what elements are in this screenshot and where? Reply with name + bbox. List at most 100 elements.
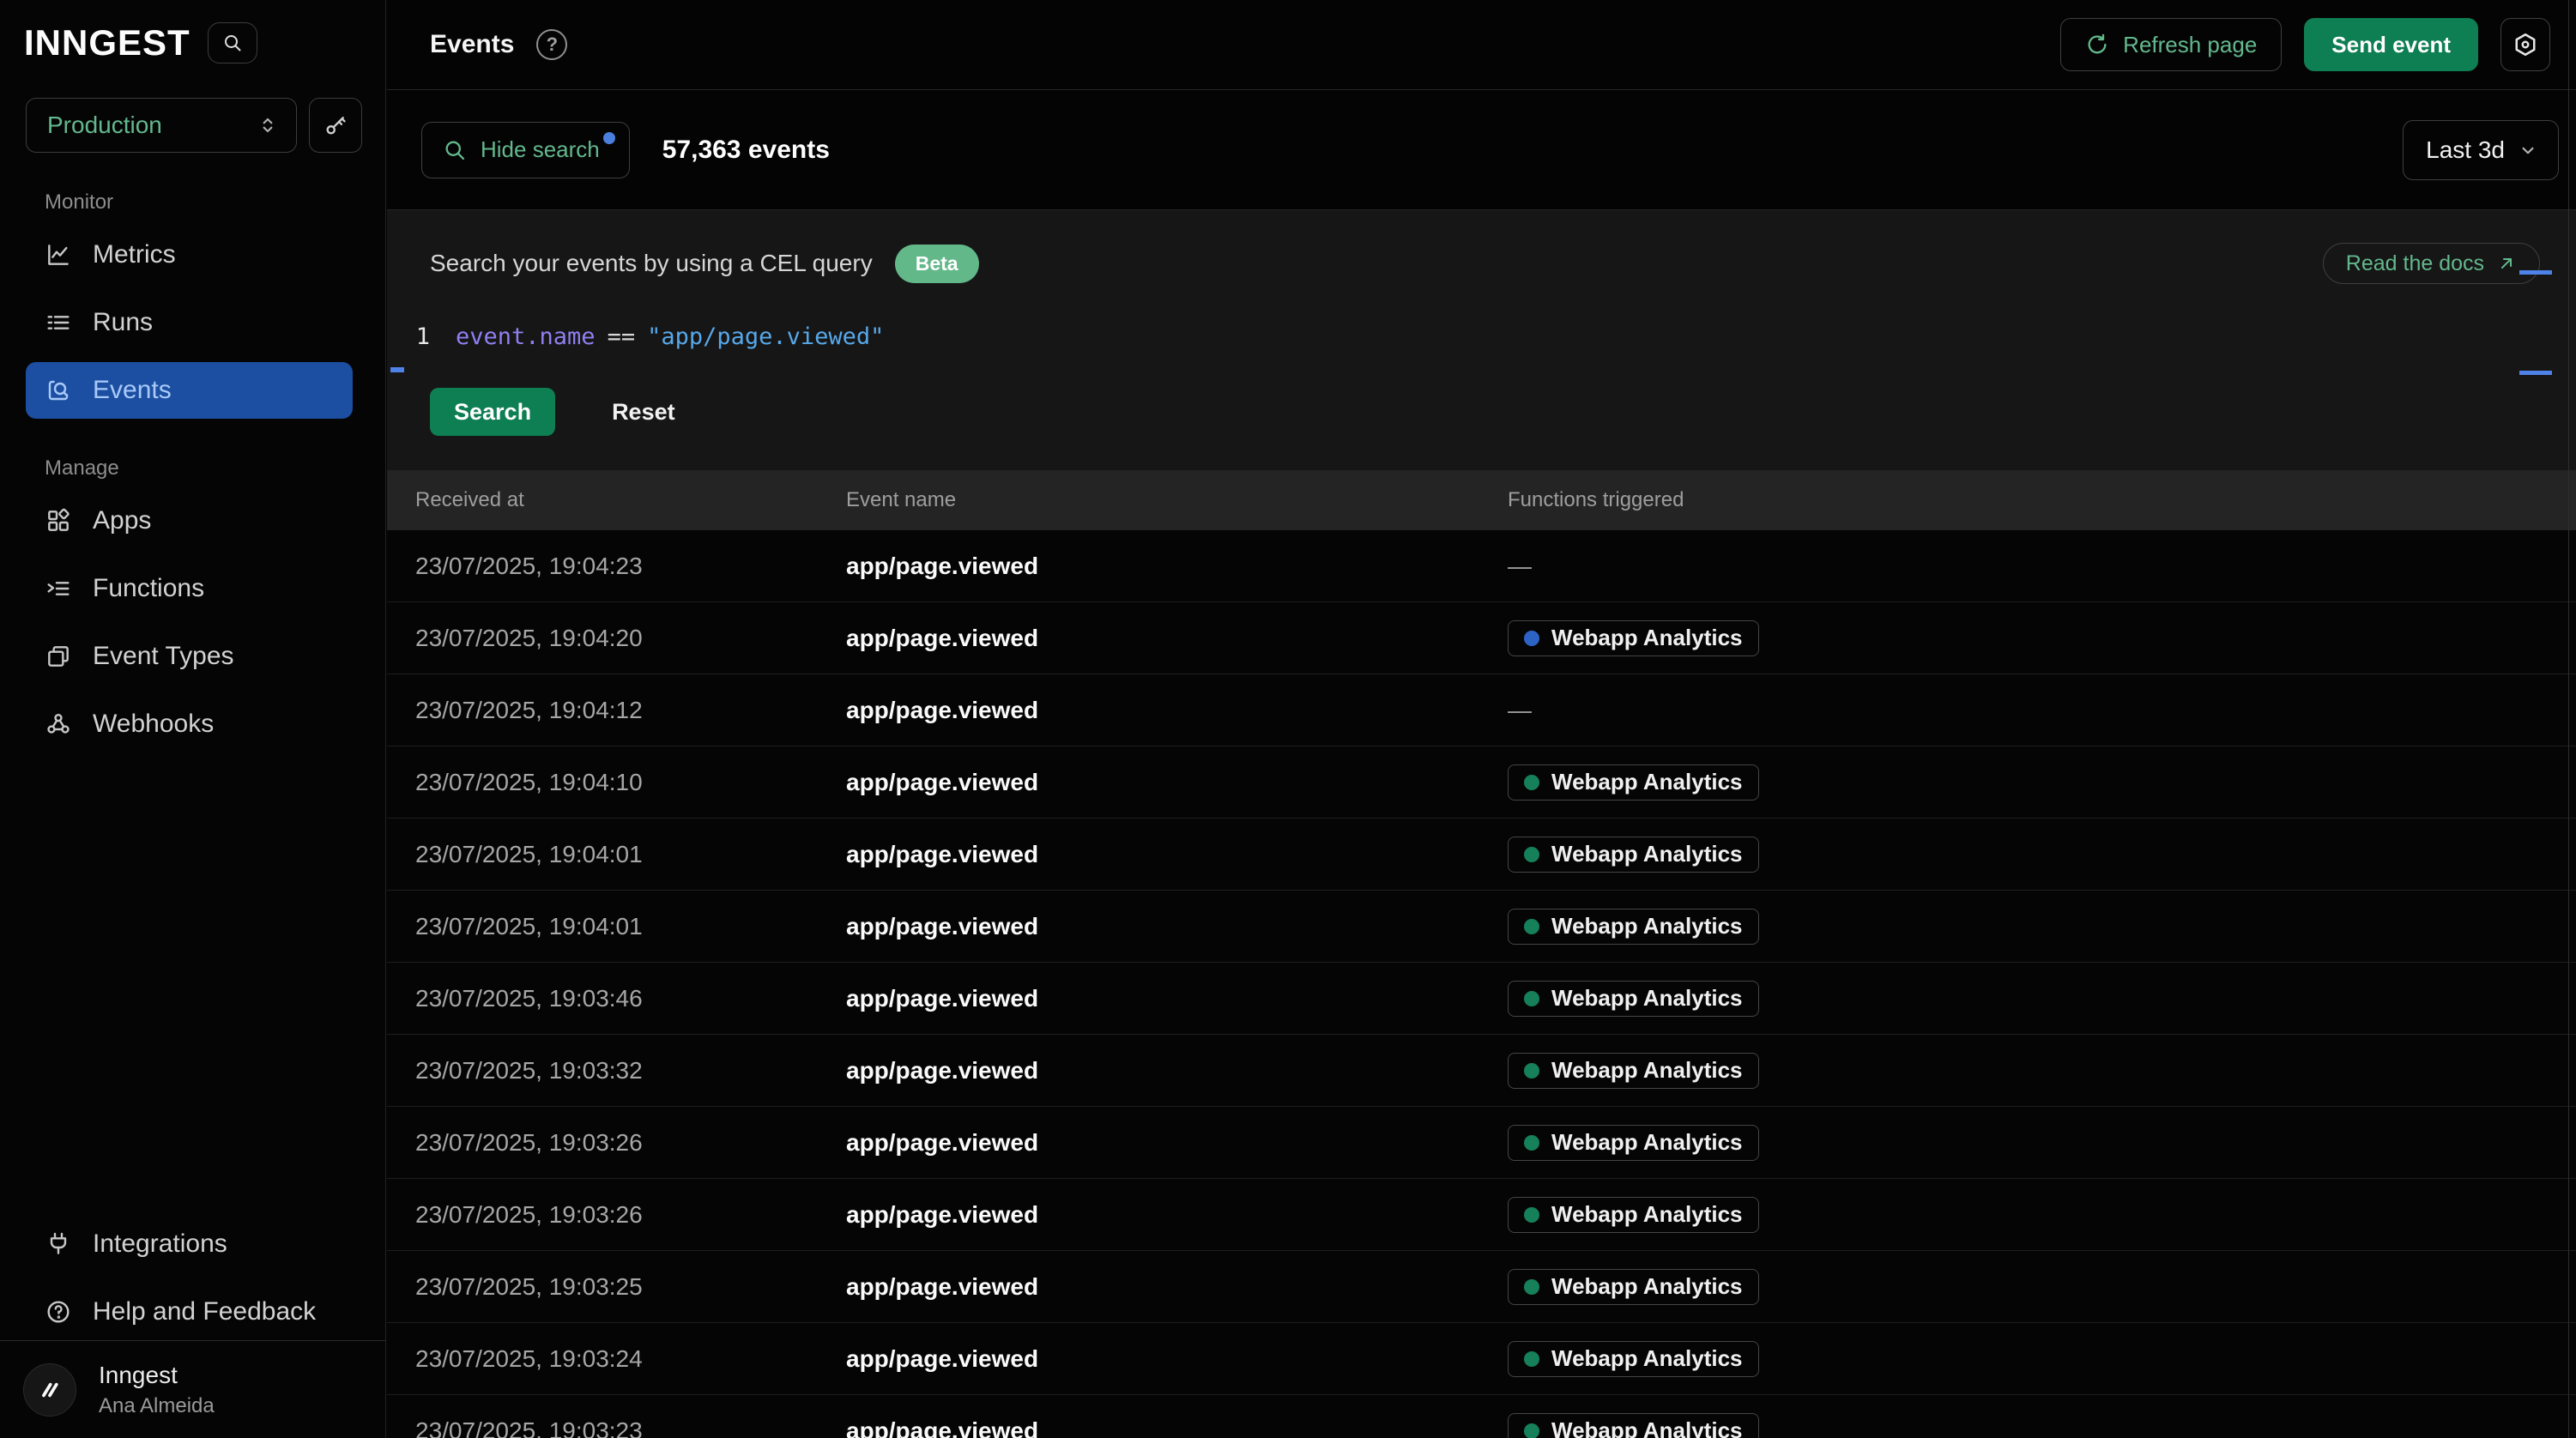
sidebar-item-metrics[interactable]: Metrics: [26, 227, 353, 283]
functions-triggered-cell: Webapp Analytics: [1508, 620, 2576, 656]
received-at-cell: 23/07/2025, 19:03:46: [415, 985, 846, 1012]
runs-list-icon: [45, 309, 72, 336]
received-at-cell: 23/07/2025, 19:03:23: [415, 1417, 846, 1438]
functions-triggered-cell: Webapp Analytics: [1508, 837, 2576, 873]
event-name-cell: app/page.viewed: [846, 1201, 1508, 1229]
sidebar-item-runs[interactable]: Runs: [26, 294, 353, 351]
query-lhs: event.name: [456, 323, 596, 350]
user-menu[interactable]: Inngest Ana Almeida: [0, 1340, 385, 1438]
function-badge[interactable]: Webapp Analytics: [1508, 1413, 1759, 1438]
received-at-cell: 23/07/2025, 19:03:25: [415, 1273, 846, 1301]
plug-icon: [45, 1230, 72, 1258]
sidebar-item-label: Webhooks: [93, 710, 214, 739]
events-help-button[interactable]: ?: [536, 29, 567, 60]
table-row[interactable]: 23/07/2025, 19:03:25 app/page.viewed Web…: [387, 1251, 2576, 1323]
apps-grid-icon: [45, 507, 72, 535]
functions-triggered-cell: Webapp Analytics: [1508, 1269, 2576, 1305]
sidebar-item-functions[interactable]: Functions: [26, 560, 353, 617]
query-operator: ==: [596, 323, 648, 350]
function-badge[interactable]: Webapp Analytics: [1508, 1125, 1759, 1161]
sidebar-item-label: Event Types: [93, 642, 234, 671]
function-badge[interactable]: Webapp Analytics: [1508, 1197, 1759, 1233]
function-name: Webapp Analytics: [1551, 985, 1743, 1012]
functions-triggered-cell: Webapp Analytics: [1508, 909, 2576, 945]
gear-icon: [2513, 32, 2538, 57]
sidebar-item-help-feedback[interactable]: Help and Feedback: [26, 1284, 353, 1340]
function-badge[interactable]: Webapp Analytics: [1508, 1341, 1759, 1377]
sidebar-item-apps[interactable]: Apps: [26, 492, 353, 549]
function-badge[interactable]: Webapp Analytics: [1508, 620, 1759, 656]
sidebar-item-integrations[interactable]: Integrations: [26, 1216, 353, 1272]
table-header: Received at Event name Functions trigger…: [387, 470, 2576, 530]
function-name: Webapp Analytics: [1551, 1417, 1743, 1438]
time-range-select[interactable]: Last 3d: [2403, 120, 2559, 180]
table-row[interactable]: 23/07/2025, 19:04:20 app/page.viewed Web…: [387, 602, 2576, 674]
logo-row: INNGEST: [0, 0, 385, 63]
function-badge[interactable]: Webapp Analytics: [1508, 1053, 1759, 1089]
sidebar-item-label: Apps: [93, 506, 151, 535]
events-toolbar: Hide search 57,363 events Last 3d: [387, 90, 2576, 210]
sidebar-item-event-types[interactable]: Event Types: [26, 628, 353, 685]
functions-triggered-cell: Webapp Analytics: [1508, 1125, 2576, 1161]
table-row[interactable]: 23/07/2025, 19:03:26 app/page.viewed Web…: [387, 1107, 2576, 1179]
table-row[interactable]: 23/07/2025, 19:04:01 app/page.viewed Web…: [387, 891, 2576, 963]
table-row[interactable]: 23/07/2025, 19:03:32 app/page.viewed Web…: [387, 1035, 2576, 1107]
chart-icon: [45, 241, 72, 269]
hide-search-button[interactable]: Hide search: [421, 122, 630, 178]
page-title: Events: [430, 30, 514, 59]
table-row[interactable]: 23/07/2025, 19:04:12 app/page.viewed —: [387, 674, 2576, 746]
inngest-logo: INNGEST: [24, 22, 190, 63]
table-row[interactable]: 23/07/2025, 19:03:46 app/page.viewed Web…: [387, 963, 2576, 1035]
chevron-up-down-icon: [257, 114, 279, 136]
table-row[interactable]: 23/07/2025, 19:03:24 app/page.viewed Web…: [387, 1323, 2576, 1395]
hide-search-label: Hide search: [481, 136, 600, 163]
environment-select[interactable]: Production: [26, 98, 297, 153]
event-keys-button[interactable]: [309, 98, 362, 153]
sidebar-item-label: Help and Feedback: [93, 1297, 316, 1326]
event-name-cell: app/page.viewed: [846, 1057, 1508, 1085]
function-name: Webapp Analytics: [1551, 769, 1743, 795]
cel-search-panel: Search your events by using a CEL query …: [387, 210, 2576, 470]
table-row[interactable]: 23/07/2025, 19:03:23 app/page.viewed Web…: [387, 1395, 2576, 1438]
monitor-nav: Metrics Runs Events: [26, 227, 353, 419]
column-received-at: Received at: [415, 488, 846, 512]
sidebar-footer: Integrations Help and Feedback: [0, 1216, 385, 1340]
reset-button[interactable]: Reset: [612, 399, 675, 426]
no-function-dash: —: [1508, 697, 1532, 723]
table-row[interactable]: 23/07/2025, 19:04:23 app/page.viewed —: [387, 530, 2576, 602]
function-status-dot-icon: [1524, 847, 1539, 862]
env-settings-button[interactable]: [2500, 18, 2550, 71]
sidebar-item-label: Events: [93, 376, 172, 405]
global-search-button[interactable]: [208, 22, 257, 63]
functions-triggered-cell: Webapp Analytics: [1508, 1413, 2576, 1438]
search-icon: [222, 33, 243, 53]
search-button[interactable]: Search: [430, 388, 555, 436]
function-badge[interactable]: Webapp Analytics: [1508, 981, 1759, 1017]
key-icon: [324, 113, 348, 137]
right-gutter-divider: [2568, 0, 2569, 1438]
refresh-page-button[interactable]: Refresh page: [2060, 18, 2282, 71]
table-row[interactable]: 23/07/2025, 19:03:26 app/page.viewed Web…: [387, 1179, 2576, 1251]
function-badge[interactable]: Webapp Analytics: [1508, 1269, 1759, 1305]
help-icon: [45, 1298, 72, 1326]
sidebar-item-events[interactable]: Events: [26, 362, 353, 419]
function-badge[interactable]: Webapp Analytics: [1508, 764, 1759, 801]
main-content: Events ? Refresh page Send event: [387, 0, 2576, 1438]
send-event-button[interactable]: Send event: [2304, 18, 2478, 71]
user-org: Inngest: [99, 1362, 215, 1389]
beta-badge: Beta: [895, 245, 979, 283]
manage-nav: Apps Functions Event Types Webhooks: [26, 492, 353, 752]
received-at-cell: 23/07/2025, 19:03:26: [415, 1201, 846, 1229]
function-badge[interactable]: Webapp Analytics: [1508, 909, 1759, 945]
events-count: 57,363 events: [662, 136, 830, 165]
line-number: 1: [387, 323, 456, 350]
table-row[interactable]: 23/07/2025, 19:04:10 app/page.viewed Web…: [387, 746, 2576, 819]
function-status-dot-icon: [1524, 919, 1539, 934]
read-the-docs-button[interactable]: Read the docs: [2323, 243, 2540, 284]
function-status-dot-icon: [1524, 1135, 1539, 1151]
table-row[interactable]: 23/07/2025, 19:04:01 app/page.viewed Web…: [387, 819, 2576, 891]
function-status-dot-icon: [1524, 1423, 1539, 1438]
cel-query-editor[interactable]: 1 event.name == "app/page.viewed": [387, 323, 2576, 350]
function-badge[interactable]: Webapp Analytics: [1508, 837, 1759, 873]
sidebar-item-webhooks[interactable]: Webhooks: [26, 696, 353, 752]
